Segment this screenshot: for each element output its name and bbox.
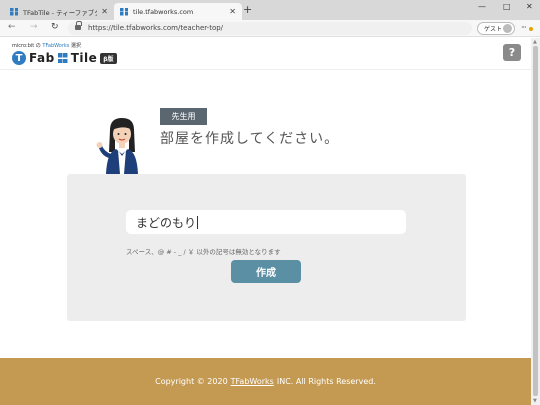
teacher-role-badge: 先生用 <box>160 108 207 125</box>
tfabworks-footer-link[interactable]: TFabWorks <box>231 377 274 386</box>
logo-fab: Fab <box>29 51 55 65</box>
copyright-suffix: INC. All Rights Reserved. <box>276 377 376 386</box>
maximize-button[interactable]: □ <box>503 2 511 11</box>
url-text[interactable]: https://tile.tfabworks.com/teacher-top/ <box>88 24 223 32</box>
room-name-value: まどのもり <box>136 215 197 230</box>
tfabtile-favicon-icon <box>10 7 18 16</box>
beta-badge: β版 <box>100 52 117 64</box>
tab-title: TFabTile - ティーファブタイル <box>23 8 97 17</box>
microbit-suffix: 選択 <box>70 43 81 49</box>
create-button[interactable]: 作成 <box>231 260 301 283</box>
tab-tile-tfabworks[interactable]: tile.tfabworks.com ✕ <box>114 3 242 20</box>
profile-button[interactable]: ゲスト <box>477 22 515 35</box>
logo-t-icon: T <box>12 51 26 65</box>
microbit-line: micro:bit の TFabWorks 選択 <box>12 42 81 49</box>
minimize-button[interactable]: — <box>478 2 486 11</box>
vertical-scrollbar[interactable]: ▲ ▼ <box>531 38 540 405</box>
teacher-illustration <box>96 118 138 174</box>
input-hint: スペース、@ # - _ / ￥ 以外の記号は無効となります <box>126 248 281 256</box>
tab-title: tile.tfabworks.com <box>133 7 194 16</box>
avatar-icon <box>503 24 512 33</box>
site-header: micro:bit の TFabWorks 選択 T Fab Tile β版 ? <box>0 38 531 70</box>
scrollbar-thumb[interactable] <box>533 46 538 396</box>
more-icon: ··· <box>521 23 527 32</box>
scroll-down-icon[interactable]: ▼ <box>533 398 537 404</box>
notification-dot <box>529 27 533 31</box>
forward-icon[interactable]: → <box>30 22 38 32</box>
lock-icon[interactable] <box>75 21 82 31</box>
tab-tfabtile[interactable]: TFabTile - ティーファブタイル ✕ <box>4 3 114 20</box>
tfabtile-logo[interactable]: T Fab Tile β版 <box>12 50 117 66</box>
tfabworks-link[interactable]: TFabWorks <box>42 43 69 49</box>
tab-close-icon[interactable]: ✕ <box>101 7 108 16</box>
browser-titlebar: TFabTile - ティーファブタイル ✕ tile.tfabworks.co… <box>0 0 540 20</box>
room-name-input[interactable]: まどのもり <box>126 210 406 234</box>
help-button[interactable]: ? <box>503 44 521 61</box>
more-menu-button[interactable]: ··· <box>521 23 533 32</box>
copyright-prefix: Copyright © 2020 <box>155 377 228 386</box>
address-bar: ← → ↻ https://tile.tfabworks.com/teacher… <box>0 20 540 37</box>
new-tab-button[interactable]: + <box>243 3 252 16</box>
site-footer: Copyright © 2020 TFabWorks INC. All Righ… <box>0 358 531 405</box>
back-icon[interactable]: ← <box>8 22 16 32</box>
scroll-up-icon[interactable]: ▲ <box>533 39 537 45</box>
page-title: 部屋を作成してください。 <box>160 131 340 147</box>
tab-close-icon[interactable]: ✕ <box>229 7 236 16</box>
text-caret <box>197 215 199 229</box>
tile-grid-icon <box>57 53 68 63</box>
close-window-button[interactable]: ✕ <box>526 2 533 11</box>
logo-tile: Tile <box>70 51 98 65</box>
tfabtile-favicon-icon <box>120 7 128 16</box>
page-content: micro:bit の TFabWorks 選択 T Fab Tile β版 ? <box>0 38 531 405</box>
microbit-prefix: micro:bit の <box>12 43 41 49</box>
refresh-icon[interactable]: ↻ <box>51 22 59 32</box>
profile-label: ゲスト <box>484 26 503 33</box>
